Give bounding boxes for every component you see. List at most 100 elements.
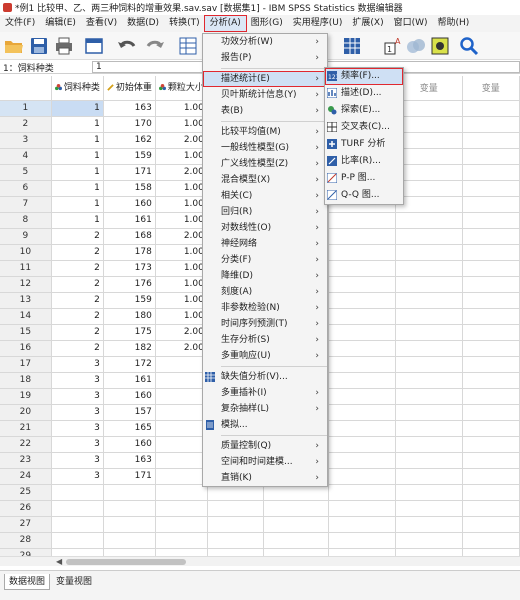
empty-cell[interactable] xyxy=(462,276,520,293)
row-number[interactable]: 26 xyxy=(0,500,52,517)
row-number[interactable]: 12 xyxy=(0,276,52,293)
empty-cell[interactable] xyxy=(263,500,330,517)
analyze-menu-item[interactable]: 表(B) › xyxy=(203,103,327,119)
menu-help[interactable]: 帮助(H) xyxy=(433,16,475,31)
empty-cell[interactable] xyxy=(328,436,396,453)
menu-extensions[interactable]: 扩展(X) xyxy=(347,16,388,31)
analyze-menu-item[interactable]: 时间序列预测(T) › xyxy=(203,316,327,332)
data-cell[interactable] xyxy=(51,532,104,549)
data-cell[interactable]: 180 xyxy=(103,308,156,325)
empty-cell[interactable] xyxy=(462,452,520,469)
empty-cell[interactable] xyxy=(462,356,520,373)
empty-cell[interactable] xyxy=(462,420,520,437)
empty-cell[interactable] xyxy=(395,292,463,309)
data-cell[interactable]: 1.00 xyxy=(155,116,208,133)
print-icon[interactable] xyxy=(54,36,74,56)
data-cell[interactable]: 1 xyxy=(51,164,104,181)
empty-cell[interactable] xyxy=(462,292,520,309)
data-cell[interactable]: 3 xyxy=(51,372,104,389)
data-cell[interactable]: 1 xyxy=(51,196,104,213)
analyze-menu-item[interactable]: 非参数检验(N) › xyxy=(203,300,327,316)
data-cell[interactable]: 3 xyxy=(51,420,104,437)
analyze-menu-item[interactable]: 描述统计(E) › xyxy=(203,71,327,87)
data-cell[interactable]: 1 xyxy=(51,180,104,197)
goto-case-icon[interactable] xyxy=(178,36,198,56)
dialog-recall-icon[interactable] xyxy=(84,36,104,56)
empty-cell[interactable] xyxy=(328,468,396,485)
analyze-menu-item[interactable]: 混合模型(X) › xyxy=(203,172,327,188)
data-cell[interactable] xyxy=(155,532,208,549)
data-cell[interactable] xyxy=(51,500,104,517)
empty-cell[interactable] xyxy=(462,516,520,533)
data-cell[interactable] xyxy=(103,484,156,501)
row-number[interactable]: 15 xyxy=(0,324,52,341)
empty-cell[interactable] xyxy=(395,196,463,213)
data-cell[interactable]: 161 xyxy=(103,212,156,229)
descriptive-submenu-item[interactable]: 交叉表(C)... xyxy=(325,119,403,136)
data-cell[interactable]: 1.00 xyxy=(155,148,208,165)
data-cell[interactable]: 2.00 xyxy=(155,324,208,341)
empty-cell[interactable] xyxy=(462,340,520,357)
row-number[interactable]: 9 xyxy=(0,228,52,245)
analyze-menu-item[interactable]: 一般线性模型(G) › xyxy=(203,140,327,156)
data-cell[interactable]: 159 xyxy=(103,292,156,309)
menu-data[interactable]: 数据(D) xyxy=(122,16,164,31)
row-number[interactable]: 16 xyxy=(0,340,52,357)
empty-cell[interactable] xyxy=(328,244,396,261)
empty-cell[interactable] xyxy=(395,244,463,261)
descriptive-submenu-item[interactable]: 比率(R)... xyxy=(325,153,403,170)
analyze-menu-item[interactable]: 模拟... xyxy=(203,417,327,433)
empty-cell[interactable] xyxy=(328,212,396,229)
analyze-menu-item[interactable]: 多重响应(U) › xyxy=(203,348,327,364)
empty-cell[interactable] xyxy=(462,180,520,197)
empty-cell[interactable] xyxy=(462,132,520,149)
analyze-menu-item[interactable]: 贝叶斯统计信息(Y) › xyxy=(203,87,327,103)
empty-cell[interactable] xyxy=(462,436,520,453)
data-cell[interactable]: 168 xyxy=(103,228,156,245)
data-cell[interactable]: 158 xyxy=(103,180,156,197)
row-number[interactable]: 22 xyxy=(0,436,52,453)
analyze-menu-item[interactable]: 直销(K) › xyxy=(203,470,327,486)
data-cell[interactable]: 3 xyxy=(51,356,104,373)
row-number[interactable]: 13 xyxy=(0,292,52,309)
empty-cell[interactable] xyxy=(328,340,396,357)
column-header-feed-type[interactable]: 饲料种类 xyxy=(51,76,104,101)
empty-cell[interactable] xyxy=(395,164,463,181)
empty-cell[interactable] xyxy=(462,532,520,549)
empty-cell[interactable] xyxy=(207,516,264,533)
empty-cell[interactable] xyxy=(328,516,396,533)
analyze-menu-item[interactable]: 刻度(A) › xyxy=(203,284,327,300)
empty-cell[interactable] xyxy=(328,260,396,277)
row-number[interactable]: 4 xyxy=(0,148,52,165)
data-cell[interactable] xyxy=(155,484,208,501)
spell-check-icon[interactable] xyxy=(430,36,450,56)
analyze-menu-item[interactable]: 回归(R) › xyxy=(203,204,327,220)
data-cell[interactable]: 160 xyxy=(103,436,156,453)
column-header-initial-weight[interactable]: 初始体重 xyxy=(103,76,156,101)
data-cell[interactable]: 1.00 xyxy=(155,276,208,293)
empty-cell[interactable] xyxy=(328,532,396,549)
empty-cell[interactable] xyxy=(462,308,520,325)
data-cell[interactable] xyxy=(155,500,208,517)
data-cell[interactable]: 2.00 xyxy=(155,132,208,149)
analyze-menu-item[interactable]: 报告(P) › xyxy=(203,50,327,66)
data-cell[interactable]: 163 xyxy=(103,100,156,117)
analyze-menu-item[interactable]: 对数线性(O) › xyxy=(203,220,327,236)
empty-cell[interactable] xyxy=(395,452,463,469)
data-cell[interactable]: 1 xyxy=(51,100,104,117)
data-cell[interactable]: 2.00 xyxy=(155,340,208,357)
empty-cell[interactable] xyxy=(328,372,396,389)
data-cell[interactable] xyxy=(155,388,208,405)
empty-cell[interactable] xyxy=(395,116,463,133)
data-cell[interactable]: 182 xyxy=(103,340,156,357)
data-cell[interactable] xyxy=(155,404,208,421)
analyze-menu-item[interactable]: 生存分析(S) › xyxy=(203,332,327,348)
analyze-menu-item[interactable]: 空间和时间建模... › xyxy=(203,454,327,470)
data-cell[interactable] xyxy=(103,516,156,533)
empty-cell[interactable] xyxy=(328,484,396,501)
data-cell[interactable]: 1 xyxy=(51,212,104,229)
empty-cell[interactable] xyxy=(395,500,463,517)
data-cell[interactable]: 3 xyxy=(51,388,104,405)
menu-edit[interactable]: 编辑(E) xyxy=(40,16,81,31)
menu-window[interactable]: 窗口(W) xyxy=(389,16,433,31)
